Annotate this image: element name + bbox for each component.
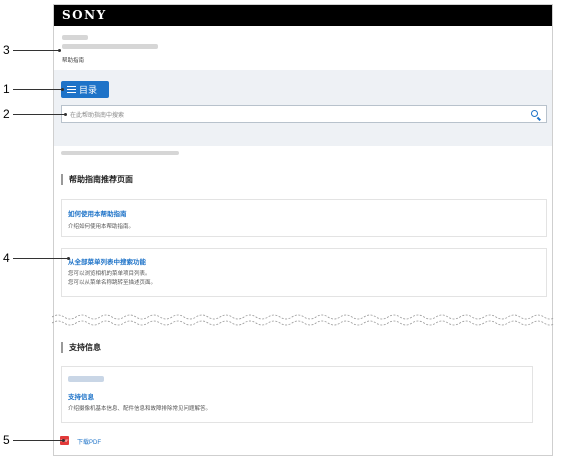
page-break-wave <box>52 314 554 326</box>
search-input[interactable]: 在此帮助指南中搜索 <box>61 105 547 123</box>
callout-5-line <box>13 440 63 441</box>
card-menu-search[interactable]: 从全部菜单列表中搜索功能 您可以浏览相机的菜单项目列表。 您可以从菜单名称跳转至… <box>61 248 547 297</box>
card-how-to-use[interactable]: 如何使用本帮助指南 介绍如何使用本帮助指南。 <box>61 199 547 237</box>
card-how-to-use-link[interactable]: 如何使用本帮助指南 <box>68 208 127 218</box>
card-support[interactable]: 支持信息 介绍摄像机基本信息、配件信息和故障排除常见问题解答。 <box>61 366 533 423</box>
top-bar <box>54 5 552 26</box>
card-support-link[interactable]: 支持信息 <box>68 391 94 401</box>
callout-1-dot <box>61 88 64 91</box>
callout-1: 1 <box>3 82 10 96</box>
search-icon[interactable] <box>531 110 538 117</box>
card-how-to-use-desc: 介绍如何使用本帮助指南。 <box>68 224 135 230</box>
callout-3-line <box>13 50 59 51</box>
toc-label: 目录 <box>79 85 98 95</box>
callout-5-dot <box>62 439 65 442</box>
callout-4: 4 <box>3 251 10 265</box>
card-menu-search-link[interactable]: 从全部菜单列表中搜索功能 <box>68 256 146 266</box>
recommended-heading: 帮助指南推荐页面 <box>61 174 133 185</box>
callout-2-line <box>13 114 65 115</box>
list-icon <box>67 85 76 94</box>
product-title-blur-b <box>62 44 158 49</box>
page-subtitle: 帮助指南 <box>62 58 85 64</box>
support-heading: 支持信息 <box>61 342 101 353</box>
callout-3-dot <box>58 49 61 52</box>
callout-4-dot <box>67 257 70 260</box>
callout-3: 3 <box>3 43 10 57</box>
sony-logo: SONY <box>62 8 107 22</box>
download-pdf-link[interactable]: 下载PDF <box>77 437 101 446</box>
callout-2: 2 <box>3 107 10 121</box>
toc-button[interactable]: 目录 <box>61 81 109 98</box>
callout-1-line <box>13 89 62 90</box>
callout-4-line <box>13 258 68 259</box>
support-image-blur <box>68 376 104 382</box>
product-title-blur-a <box>62 35 88 40</box>
card-support-desc: 介绍摄像机基本信息、配件信息和故障排除常见问题解答。 <box>68 406 212 412</box>
breadcrumb-blur <box>61 151 179 155</box>
callout-5: 5 <box>3 433 10 447</box>
callout-2-dot <box>64 113 67 116</box>
card-menu-search-desc-1: 您可以浏览相机的菜单项目列表。 <box>68 271 151 277</box>
card-menu-search-desc-2: 您可以从菜单名称跳转至描述页面。 <box>68 280 157 286</box>
search-placeholder: 在此帮助指南中搜索 <box>70 113 125 119</box>
